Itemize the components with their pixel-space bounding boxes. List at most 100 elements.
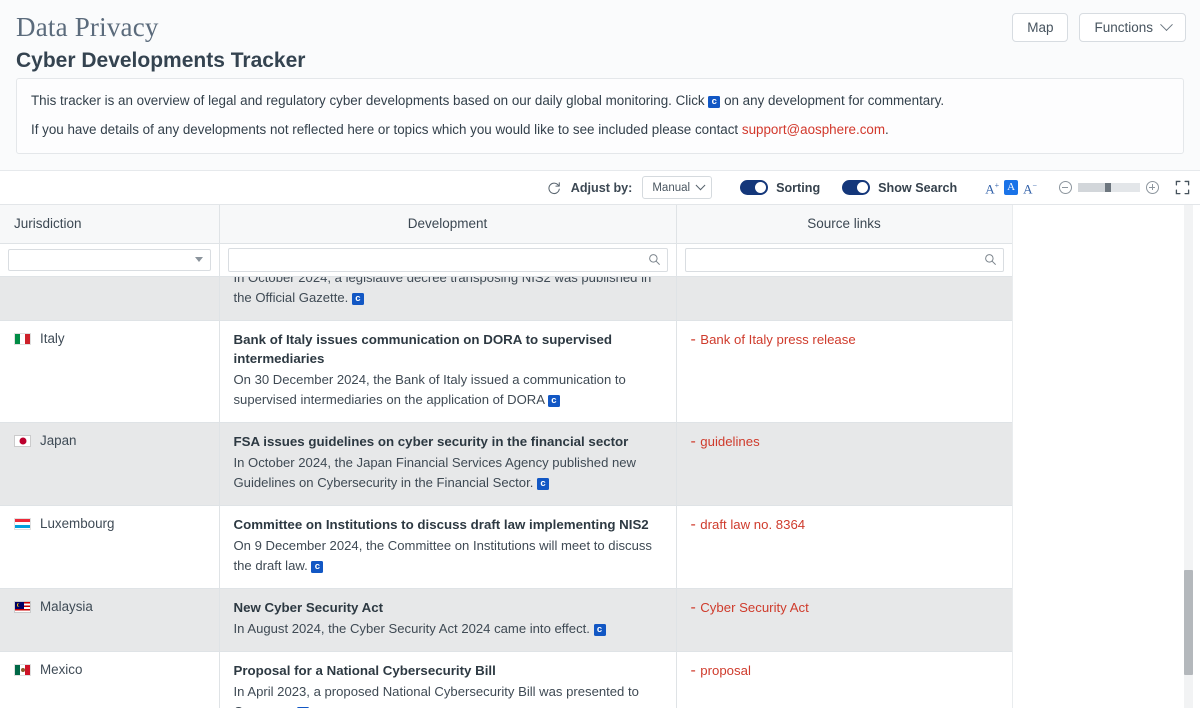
commentary-badge-icon[interactable]: c <box>537 478 549 490</box>
table-row[interactable]: In October 2024, a legislative decree tr… <box>0 277 1012 321</box>
cell-development[interactable]: In October 2024, a legislative decree tr… <box>219 277 677 321</box>
source-link[interactable]: proposal <box>700 663 751 678</box>
table-row[interactable]: Luxembourg Committee on Institutions to d… <box>0 505 1012 589</box>
development-body: In October 2024, a legislative decree tr… <box>233 277 652 305</box>
zoom-slider-fill <box>1078 183 1106 192</box>
source-links-search-input[interactable] <box>684 247 1004 272</box>
jurisdiction-label: Japan <box>40 433 77 448</box>
adjust-by-label: Adjust by: <box>570 180 633 195</box>
filter-cell-development <box>219 243 677 277</box>
development-body: In April 2023, a proposed National Cyber… <box>234 682 662 708</box>
font-size-controls: A+ A A− <box>985 179 1037 196</box>
source-link[interactable]: draft law no. 8364 <box>700 517 805 532</box>
tracker-table-header: Jurisdiction Development Source links <box>0 205 1013 277</box>
chevron-down-icon <box>695 180 706 191</box>
sorting-label: Sorting <box>776 180 821 195</box>
notice-line-1-before: This tracker is an overview of legal and… <box>31 93 705 108</box>
source-link[interactable]: guidelines <box>700 434 759 449</box>
zoom-out-icon[interactable] <box>1059 181 1072 194</box>
filter-cell-source-links <box>676 243 1013 277</box>
table-row[interactable]: Japan FSA issues guidelines on cyber secu… <box>0 422 1012 506</box>
page-header: Data Privacy Cyber Developments Tracker … <box>0 0 1200 78</box>
development-body: On 9 December 2024, the Committee on Ins… <box>233 538 652 573</box>
cell-source-links: - Bank of Italy press release <box>676 320 1012 423</box>
show-search-toggle-group: Show Search <box>842 180 957 195</box>
commentary-badge-icon[interactable]: c <box>547 395 560 407</box>
cell-source-links: - Cyber Security Act <box>676 588 1012 652</box>
cell-development[interactable]: Committee on Institutions to discuss dra… <box>219 505 677 589</box>
search-icon <box>984 254 996 265</box>
adjust-by-value: Manual <box>652 181 691 194</box>
page-title: Cyber Developments Tracker <box>16 49 306 72</box>
fullscreen-icon[interactable] <box>1175 180 1190 195</box>
map-button[interactable]: Map <box>1012 13 1069 42</box>
header-actions: Map Functions <box>1012 13 1186 42</box>
jurisdiction-entry: Mexico <box>14 661 205 677</box>
source-link[interactable]: Cyber Security Act <box>700 600 808 615</box>
source-link-item: - guidelines <box>691 432 998 452</box>
zoom-in-icon[interactable] <box>1146 181 1159 194</box>
commentary-badge-icon[interactable]: c <box>311 561 324 573</box>
font-reset-button[interactable]: A <box>1004 179 1019 195</box>
jurisdiction-label: Italy <box>40 331 65 346</box>
development-title: Committee on Institutions to discuss dra… <box>233 517 649 532</box>
luxembourg-flag <box>14 517 31 530</box>
mexico-flag <box>14 663 31 676</box>
font-increase-button[interactable]: A+ <box>985 179 999 195</box>
table-filter-row <box>0 243 1013 277</box>
support-email-link[interactable]: support@aosphere.com <box>742 122 885 137</box>
font-decrease-button[interactable]: A− <box>1023 179 1037 195</box>
development-body: In August 2024, the Cyber Security Act 2… <box>234 619 662 639</box>
cell-source-links: - proposal <box>676 651 1012 708</box>
table-row[interactable]: Mexico Proposal for a National Cybersecur… <box>0 651 1012 708</box>
search-icon <box>648 254 660 265</box>
sorting-toggle[interactable] <box>740 180 769 195</box>
commentary-badge-icon[interactable]: c <box>351 293 364 305</box>
cell-development[interactable]: FSA issues guidelines on cyber security … <box>219 422 677 506</box>
notice-line-2-after: . <box>885 122 889 137</box>
map-button-label: Map <box>1027 20 1054 35</box>
development-title: Proposal for a National Cybersecurity Bi… <box>233 663 496 678</box>
commentary-badge-icon[interactable]: c <box>593 624 606 636</box>
jurisdiction-entry: Japan <box>14 432 205 448</box>
jurisdiction-label: Malaysia <box>40 599 93 614</box>
zoom-slider-knob[interactable] <box>1105 183 1111 192</box>
italy-flag <box>14 332 31 345</box>
table-row[interactable]: Malaysia New Cyber Security Act In August … <box>0 588 1012 652</box>
commentary-badge-icon[interactable]: c <box>708 96 721 108</box>
functions-button[interactable]: Functions <box>1079 13 1186 42</box>
jurisdiction-filter-dropdown[interactable] <box>8 248 211 271</box>
development-body: On 30 December 2024, the Bank of Italy i… <box>233 372 626 407</box>
development-body: In October 2024, the Japan Financial Ser… <box>233 455 637 490</box>
vertical-scrollbar[interactable] <box>1184 205 1193 708</box>
scrollbar-thumb[interactable] <box>1184 570 1193 675</box>
jurisdiction-entry: Malaysia <box>14 598 205 614</box>
adjust-by-select[interactable]: Manual <box>642 176 713 199</box>
zoom-controls <box>1059 181 1159 194</box>
cell-development[interactable]: Proposal for a National Cybersecurity Bi… <box>219 651 677 708</box>
development-search-input[interactable] <box>227 247 668 272</box>
cell-development[interactable]: Bank of Italy issues communication on DO… <box>219 320 677 423</box>
table-body-scroll[interactable]: In October 2024, a legislative decree tr… <box>0 277 1012 708</box>
refresh-icon[interactable] <box>546 180 562 196</box>
column-header-development[interactable]: Development <box>219 205 677 244</box>
jurisdiction-entry: Luxembourg <box>14 515 205 531</box>
show-search-toggle[interactable] <box>842 180 871 195</box>
notice-line-2: If you have details of any developments … <box>31 119 1169 141</box>
cell-development[interactable]: New Cyber Security Act In August 2024, th… <box>219 588 677 652</box>
notice-line-1: This tracker is an overview of legal and… <box>31 90 1169 112</box>
source-link[interactable]: Bank of Italy press release <box>700 332 855 347</box>
column-header-jurisdiction[interactable]: Jurisdiction <box>0 205 220 244</box>
column-header-source-links[interactable]: Source links <box>676 205 1013 244</box>
cell-jurisdiction: Malaysia <box>0 588 220 652</box>
filter-cell-jurisdiction <box>0 243 220 277</box>
table-row[interactable]: Italy Bank of Italy issues communication … <box>0 320 1012 423</box>
zoom-slider[interactable] <box>1078 183 1140 192</box>
table-header-row: Jurisdiction Development Source links <box>0 205 1013 244</box>
japan-flag <box>14 434 31 447</box>
caret-down-icon <box>194 257 203 262</box>
cell-jurisdiction: Luxembourg <box>0 505 220 589</box>
bullet-dash: - <box>690 433 701 450</box>
functions-button-label: Functions <box>1094 20 1153 35</box>
cell-source-links <box>676 277 1012 321</box>
